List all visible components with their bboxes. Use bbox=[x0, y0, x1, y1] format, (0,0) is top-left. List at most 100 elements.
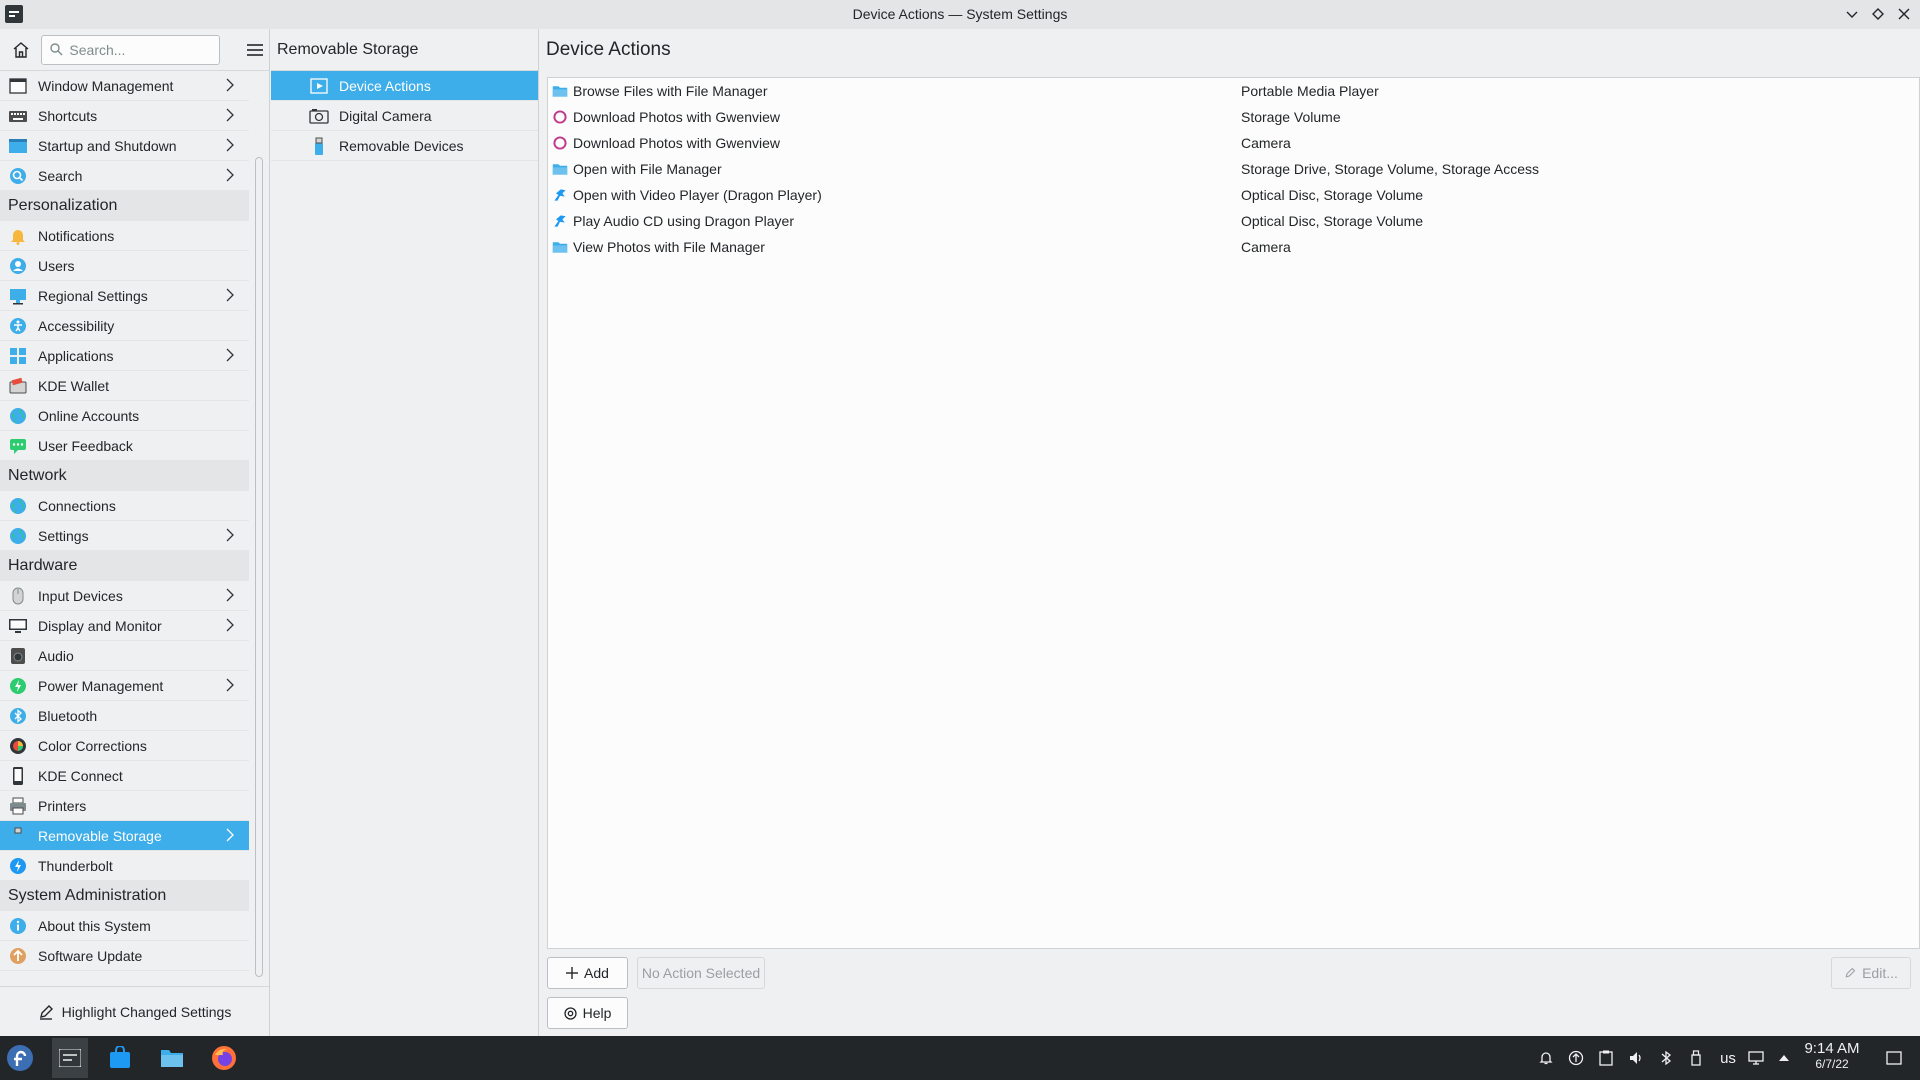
sidebar-item-connections[interactable]: Connections bbox=[0, 491, 249, 521]
edit-button[interactable]: Edit... bbox=[1831, 957, 1911, 989]
subcategory-item-device-actions[interactable]: Device Actions bbox=[271, 71, 538, 101]
sidebar-item-thunderbolt[interactable]: Thunderbolt bbox=[0, 851, 249, 881]
sidebar-item-power-management[interactable]: Power Management bbox=[0, 671, 249, 701]
thunderbolt-icon bbox=[10, 857, 26, 874]
gwenview-icon bbox=[553, 110, 567, 124]
table-row[interactable]: Download Photos with Gwenview Storage Vol… bbox=[548, 104, 1919, 130]
table-row[interactable]: Browse Files with File Manager Portable M… bbox=[548, 78, 1919, 104]
applications-icon bbox=[10, 347, 26, 364]
sidebar-item-shortcuts[interactable]: Shortcuts bbox=[0, 101, 249, 131]
bluetooth-tray-icon[interactable] bbox=[1656, 1048, 1676, 1068]
network-tray-icon[interactable] bbox=[1746, 1048, 1766, 1068]
sidebar-item-accessibility[interactable]: Accessibility bbox=[0, 311, 249, 341]
sidebar-item-online-accounts[interactable]: Online Accounts bbox=[0, 401, 249, 431]
network-settings-icon bbox=[8, 526, 28, 546]
sidebar-item-notifications[interactable]: Notifications bbox=[0, 221, 249, 251]
table-row[interactable]: Open with Video Player (Dragon Player) Op… bbox=[548, 182, 1919, 208]
folder-icon bbox=[552, 161, 568, 177]
table-row[interactable]: Download Photos with Gwenview Camera bbox=[548, 130, 1919, 156]
sidebar-scrollbar[interactable] bbox=[255, 157, 263, 977]
bell-icon bbox=[11, 229, 25, 245]
table-row[interactable]: Open with File Manager Storage Drive, Sto… bbox=[548, 156, 1919, 182]
sidebar-item-settings[interactable]: Settings bbox=[0, 521, 249, 551]
taskbar-discover[interactable] bbox=[104, 1042, 136, 1074]
sidebar-item-applications[interactable]: Applications bbox=[0, 341, 249, 371]
sidebar-item-users[interactable]: Users bbox=[0, 251, 249, 281]
power-icon bbox=[8, 676, 28, 696]
sidebar-item-user-feedback[interactable]: User Feedback bbox=[0, 431, 249, 461]
maximize-button[interactable] bbox=[1868, 4, 1888, 24]
hamburger-menu-button[interactable] bbox=[242, 36, 269, 64]
sidebar-item-search[interactable]: Search bbox=[0, 161, 249, 191]
sidebar-item-input-devices[interactable]: Input Devices bbox=[0, 581, 249, 611]
subcategory-item-digital-camera[interactable]: Digital Camera bbox=[271, 101, 538, 131]
regional-icon bbox=[8, 286, 28, 306]
sidebar-item-color-corrections[interactable]: Color Corrections bbox=[0, 731, 249, 761]
camera-icon bbox=[309, 109, 329, 124]
bluetooth-icon bbox=[10, 707, 26, 724]
taskbar-system-settings[interactable] bbox=[52, 1038, 88, 1078]
sidebar-item-removable-storage[interactable]: Removable Storage bbox=[0, 821, 249, 851]
dragon-player-icon bbox=[552, 187, 568, 203]
sidebar-item-display-and-monitor[interactable]: Display and Monitor bbox=[0, 611, 249, 641]
speaker-icon bbox=[11, 647, 25, 664]
highlight-changed-settings-button[interactable]: Highlight Changed Settings bbox=[0, 986, 269, 1036]
digital-clock[interactable]: 9:14 AM 6/7/22 bbox=[1792, 1040, 1872, 1071]
application-launcher-button[interactable] bbox=[4, 1042, 36, 1074]
sidebar-item-label: KDE Wallet bbox=[38, 377, 110, 394]
no-action-selected-button[interactable]: No Action Selected bbox=[637, 957, 765, 989]
table-row[interactable]: Play Audio CD using Dragon Player Optical… bbox=[548, 208, 1919, 234]
sidebar-item-label: KDE Connect bbox=[38, 767, 123, 784]
clipboard-tray-icon[interactable] bbox=[1596, 1048, 1616, 1068]
sidebar-item-window-management[interactable]: Window Management bbox=[0, 71, 249, 101]
help-button[interactable]: Help bbox=[547, 997, 628, 1029]
minimize-button[interactable] bbox=[1842, 4, 1862, 24]
table-row[interactable]: View Photos with File Manager Camera bbox=[548, 234, 1919, 260]
volume-tray-icon[interactable] bbox=[1626, 1048, 1646, 1068]
sidebar-item-regional-settings[interactable]: Regional Settings bbox=[0, 281, 249, 311]
update-icon bbox=[10, 947, 26, 964]
search-input[interactable] bbox=[69, 41, 210, 58]
users-icon bbox=[8, 256, 28, 276]
network-settings-icon bbox=[10, 527, 26, 544]
sidebar: Window Management Shortcuts Startup and Sh… bbox=[0, 29, 270, 1036]
action-device-types: Optical Disc, Storage Volume bbox=[1241, 187, 1424, 203]
sidebar-item-about-this-system[interactable]: About this System bbox=[0, 911, 249, 941]
sidebar-item-audio[interactable]: Audio bbox=[0, 641, 249, 671]
chevron-right-icon bbox=[223, 288, 237, 302]
taskbar: us 9:14 AM 6/7/22 bbox=[0, 1036, 1920, 1080]
mouse-icon bbox=[8, 586, 28, 606]
close-button[interactable] bbox=[1894, 4, 1914, 24]
action-device-types: Camera bbox=[1241, 135, 1291, 151]
search-field[interactable] bbox=[41, 34, 220, 65]
sidebar-item-software-update[interactable]: Software Update bbox=[0, 941, 249, 971]
printer-icon bbox=[10, 797, 26, 814]
show-hidden-icons-button[interactable] bbox=[1774, 1048, 1794, 1068]
sidebar-item-label: Color Corrections bbox=[38, 737, 147, 754]
taskbar-firefox[interactable] bbox=[208, 1042, 240, 1074]
subcategory-item-removable-devices[interactable]: Removable Devices bbox=[271, 131, 538, 161]
globe-icon bbox=[10, 497, 26, 514]
sidebar-item-bluetooth[interactable]: Bluetooth bbox=[0, 701, 249, 731]
updates-tray-icon[interactable] bbox=[1566, 1048, 1586, 1068]
device-actions-table[interactable]: Browse Files with File Manager Portable M… bbox=[547, 77, 1920, 949]
globe-icon bbox=[8, 496, 28, 516]
notifications-tray-icon[interactable] bbox=[1536, 1048, 1556, 1068]
sidebar-item-startup-and-shutdown[interactable]: Startup and Shutdown bbox=[0, 131, 249, 161]
sidebar-item-kde-wallet[interactable]: KDE Wallet bbox=[0, 371, 249, 401]
show-desktop-button[interactable] bbox=[1884, 1048, 1904, 1068]
keyboard-layout-indicator[interactable]: us bbox=[1716, 1048, 1740, 1068]
main-panel: Device Actions Browse Files with File Ma… bbox=[540, 29, 1920, 1036]
add-button[interactable]: Add bbox=[547, 957, 628, 989]
removable-devices-tray-icon[interactable] bbox=[1686, 1048, 1706, 1068]
clock-time: 9:14 AM bbox=[1804, 1040, 1860, 1057]
taskbar-file-manager[interactable] bbox=[156, 1042, 188, 1074]
sidebar-category-hardware: Hardware bbox=[0, 551, 249, 581]
home-button[interactable] bbox=[8, 37, 33, 63]
sidebar-item-label: Window Management bbox=[38, 77, 174, 94]
sidebar-item-kde-connect[interactable]: KDE Connect bbox=[0, 761, 249, 791]
sidebar-item-printers[interactable]: Printers bbox=[0, 791, 249, 821]
gwenview-icon bbox=[552, 135, 568, 151]
dragon-player-icon bbox=[554, 189, 566, 201]
help-button-label: Help bbox=[582, 1005, 612, 1021]
